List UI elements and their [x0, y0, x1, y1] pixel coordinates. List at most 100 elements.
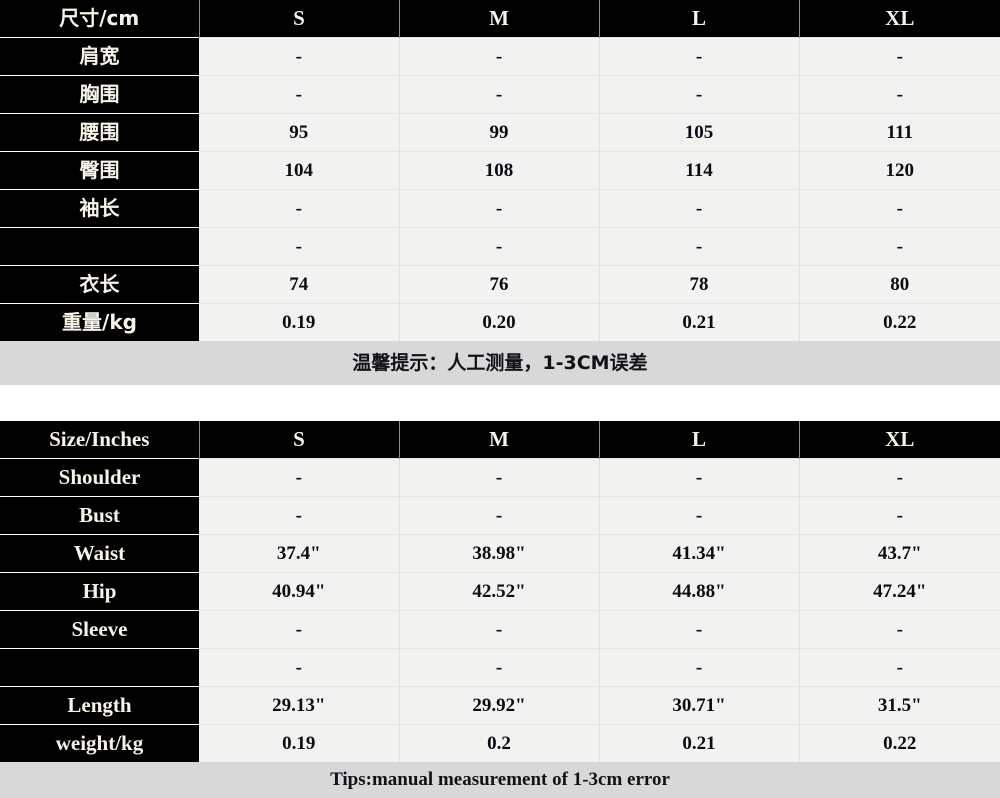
table-separator [0, 385, 1000, 421]
cell-value: - [799, 610, 1000, 649]
cell-value: 29.92" [399, 686, 600, 725]
column-header-l: L [599, 421, 800, 459]
column-header-m: M [399, 0, 600, 38]
cell-value: 0.22 [799, 303, 1000, 341]
cell-value: - [199, 458, 400, 497]
cell-value: - [599, 37, 800, 76]
cell-value: 0.2 [399, 724, 600, 762]
cell-value: 74 [199, 265, 400, 304]
cell-value: - [399, 37, 600, 76]
column-header-xl: XL [799, 421, 1000, 459]
cell-value: - [799, 648, 1000, 687]
table-row: Sleeve - - - - [0, 610, 1000, 649]
size-table-cm-body: 尺寸/cm S M L XL 肩宽 - - - - 胸围 - - - - 腰围 … [0, 0, 1000, 341]
table-row: - - - - [0, 227, 1000, 266]
cell-value: 120 [799, 151, 1000, 190]
cell-value: 114 [599, 151, 800, 190]
row-label: 肩宽 [0, 37, 199, 76]
cell-value: - [799, 496, 1000, 535]
cell-value: - [799, 227, 1000, 266]
table-row: Length 29.13" 29.92" 30.71" 31.5" [0, 686, 1000, 725]
cell-value: 111 [799, 113, 1000, 152]
table-row: Shoulder - - - - [0, 458, 1000, 497]
row-label: Sleeve [0, 610, 199, 649]
cell-value: - [199, 189, 400, 228]
table-row: Hip 40.94" 42.52" 44.88" 47.24" [0, 572, 1000, 611]
row-label: Shoulder [0, 458, 199, 497]
cell-value: 78 [599, 265, 800, 304]
cell-value: 0.21 [599, 724, 800, 762]
table-row: 肩宽 - - - - [0, 37, 1000, 76]
size-chart: 尺寸/cm S M L XL 肩宽 - - - - 胸围 - - - - 腰围 … [0, 0, 1000, 798]
row-label: weight/kg [0, 724, 199, 762]
cell-value: 29.13" [199, 686, 400, 725]
cell-value: 0.19 [199, 303, 400, 341]
cell-value: 37.4" [199, 534, 400, 573]
row-label [0, 648, 199, 687]
cell-value: - [199, 496, 400, 535]
cell-value: - [199, 227, 400, 266]
row-label: Length [0, 686, 199, 725]
column-header-l: L [599, 0, 800, 38]
column-header-xl: XL [799, 0, 1000, 38]
cell-value: 41.34" [599, 534, 800, 573]
cell-value: - [799, 458, 1000, 497]
cell-value: 105 [599, 113, 800, 152]
cell-value: 47.24" [799, 572, 1000, 611]
cell-value: - [399, 189, 600, 228]
size-table-cm: 尺寸/cm S M L XL 肩宽 - - - - 胸围 - - - - 腰围 … [0, 0, 1000, 341]
cell-value: - [599, 227, 800, 266]
cell-value: - [199, 37, 400, 76]
cell-value: 0.21 [599, 303, 800, 341]
cell-value: - [599, 610, 800, 649]
row-label: Waist [0, 534, 199, 573]
cell-value: 44.88" [599, 572, 800, 611]
table-row: 袖长 - - - - [0, 189, 1000, 228]
tip-banner-cm: 温馨提示：人工测量，1-3CM误差 [0, 341, 1000, 385]
cell-value: 76 [399, 265, 600, 304]
cell-value: 108 [399, 151, 600, 190]
table-row: 臀围 104 108 114 120 [0, 151, 1000, 190]
row-label: Bust [0, 496, 199, 535]
row-label: 胸围 [0, 75, 199, 114]
row-label: 腰围 [0, 113, 199, 152]
cell-value: 43.7" [799, 534, 1000, 573]
cell-value: - [199, 610, 400, 649]
cell-value: - [599, 496, 800, 535]
cell-value: - [799, 37, 1000, 76]
row-label: 臀围 [0, 151, 199, 190]
cell-value: - [599, 458, 800, 497]
cell-value: 104 [199, 151, 400, 190]
tip-banner-inches: Tips:manual measurement of 1-3cm error [0, 762, 1000, 798]
cell-value: - [399, 496, 600, 535]
column-header-measure: Size/Inches [0, 421, 200, 459]
column-header-s: S [199, 421, 400, 459]
cell-value: 99 [399, 113, 600, 152]
cell-value: 31.5" [799, 686, 1000, 725]
table-row: - - - - [0, 648, 1000, 687]
cell-value: - [399, 610, 600, 649]
table-row: Waist 37.4" 38.98" 41.34" 43.7" [0, 534, 1000, 573]
table-row: 胸围 - - - - [0, 75, 1000, 114]
cell-value: - [199, 648, 400, 687]
cell-value: - [599, 648, 800, 687]
cell-value: - [599, 189, 800, 228]
table-row: Bust - - - - [0, 496, 1000, 535]
table-row: 腰围 95 99 105 111 [0, 113, 1000, 152]
row-label: 重量/kg [0, 303, 199, 341]
table-header-row: Size/Inches S M L XL [0, 421, 1000, 459]
row-label: 袖长 [0, 189, 199, 228]
cell-value: 80 [799, 265, 1000, 304]
table-header-row: 尺寸/cm S M L XL [0, 0, 1000, 38]
column-header-s: S [199, 0, 400, 38]
cell-value: 0.19 [199, 724, 400, 762]
size-table-inches-body: Size/Inches S M L XL Shoulder - - - - Bu… [0, 421, 1000, 762]
cell-value: - [799, 75, 1000, 114]
column-header-measure: 尺寸/cm [0, 0, 200, 38]
cell-value: - [399, 458, 600, 497]
cell-value: - [599, 75, 800, 114]
cell-value: 38.98" [399, 534, 600, 573]
cell-value: - [199, 75, 400, 114]
table-row: weight/kg 0.19 0.2 0.21 0.22 [0, 724, 1000, 762]
row-label: 衣长 [0, 265, 199, 304]
